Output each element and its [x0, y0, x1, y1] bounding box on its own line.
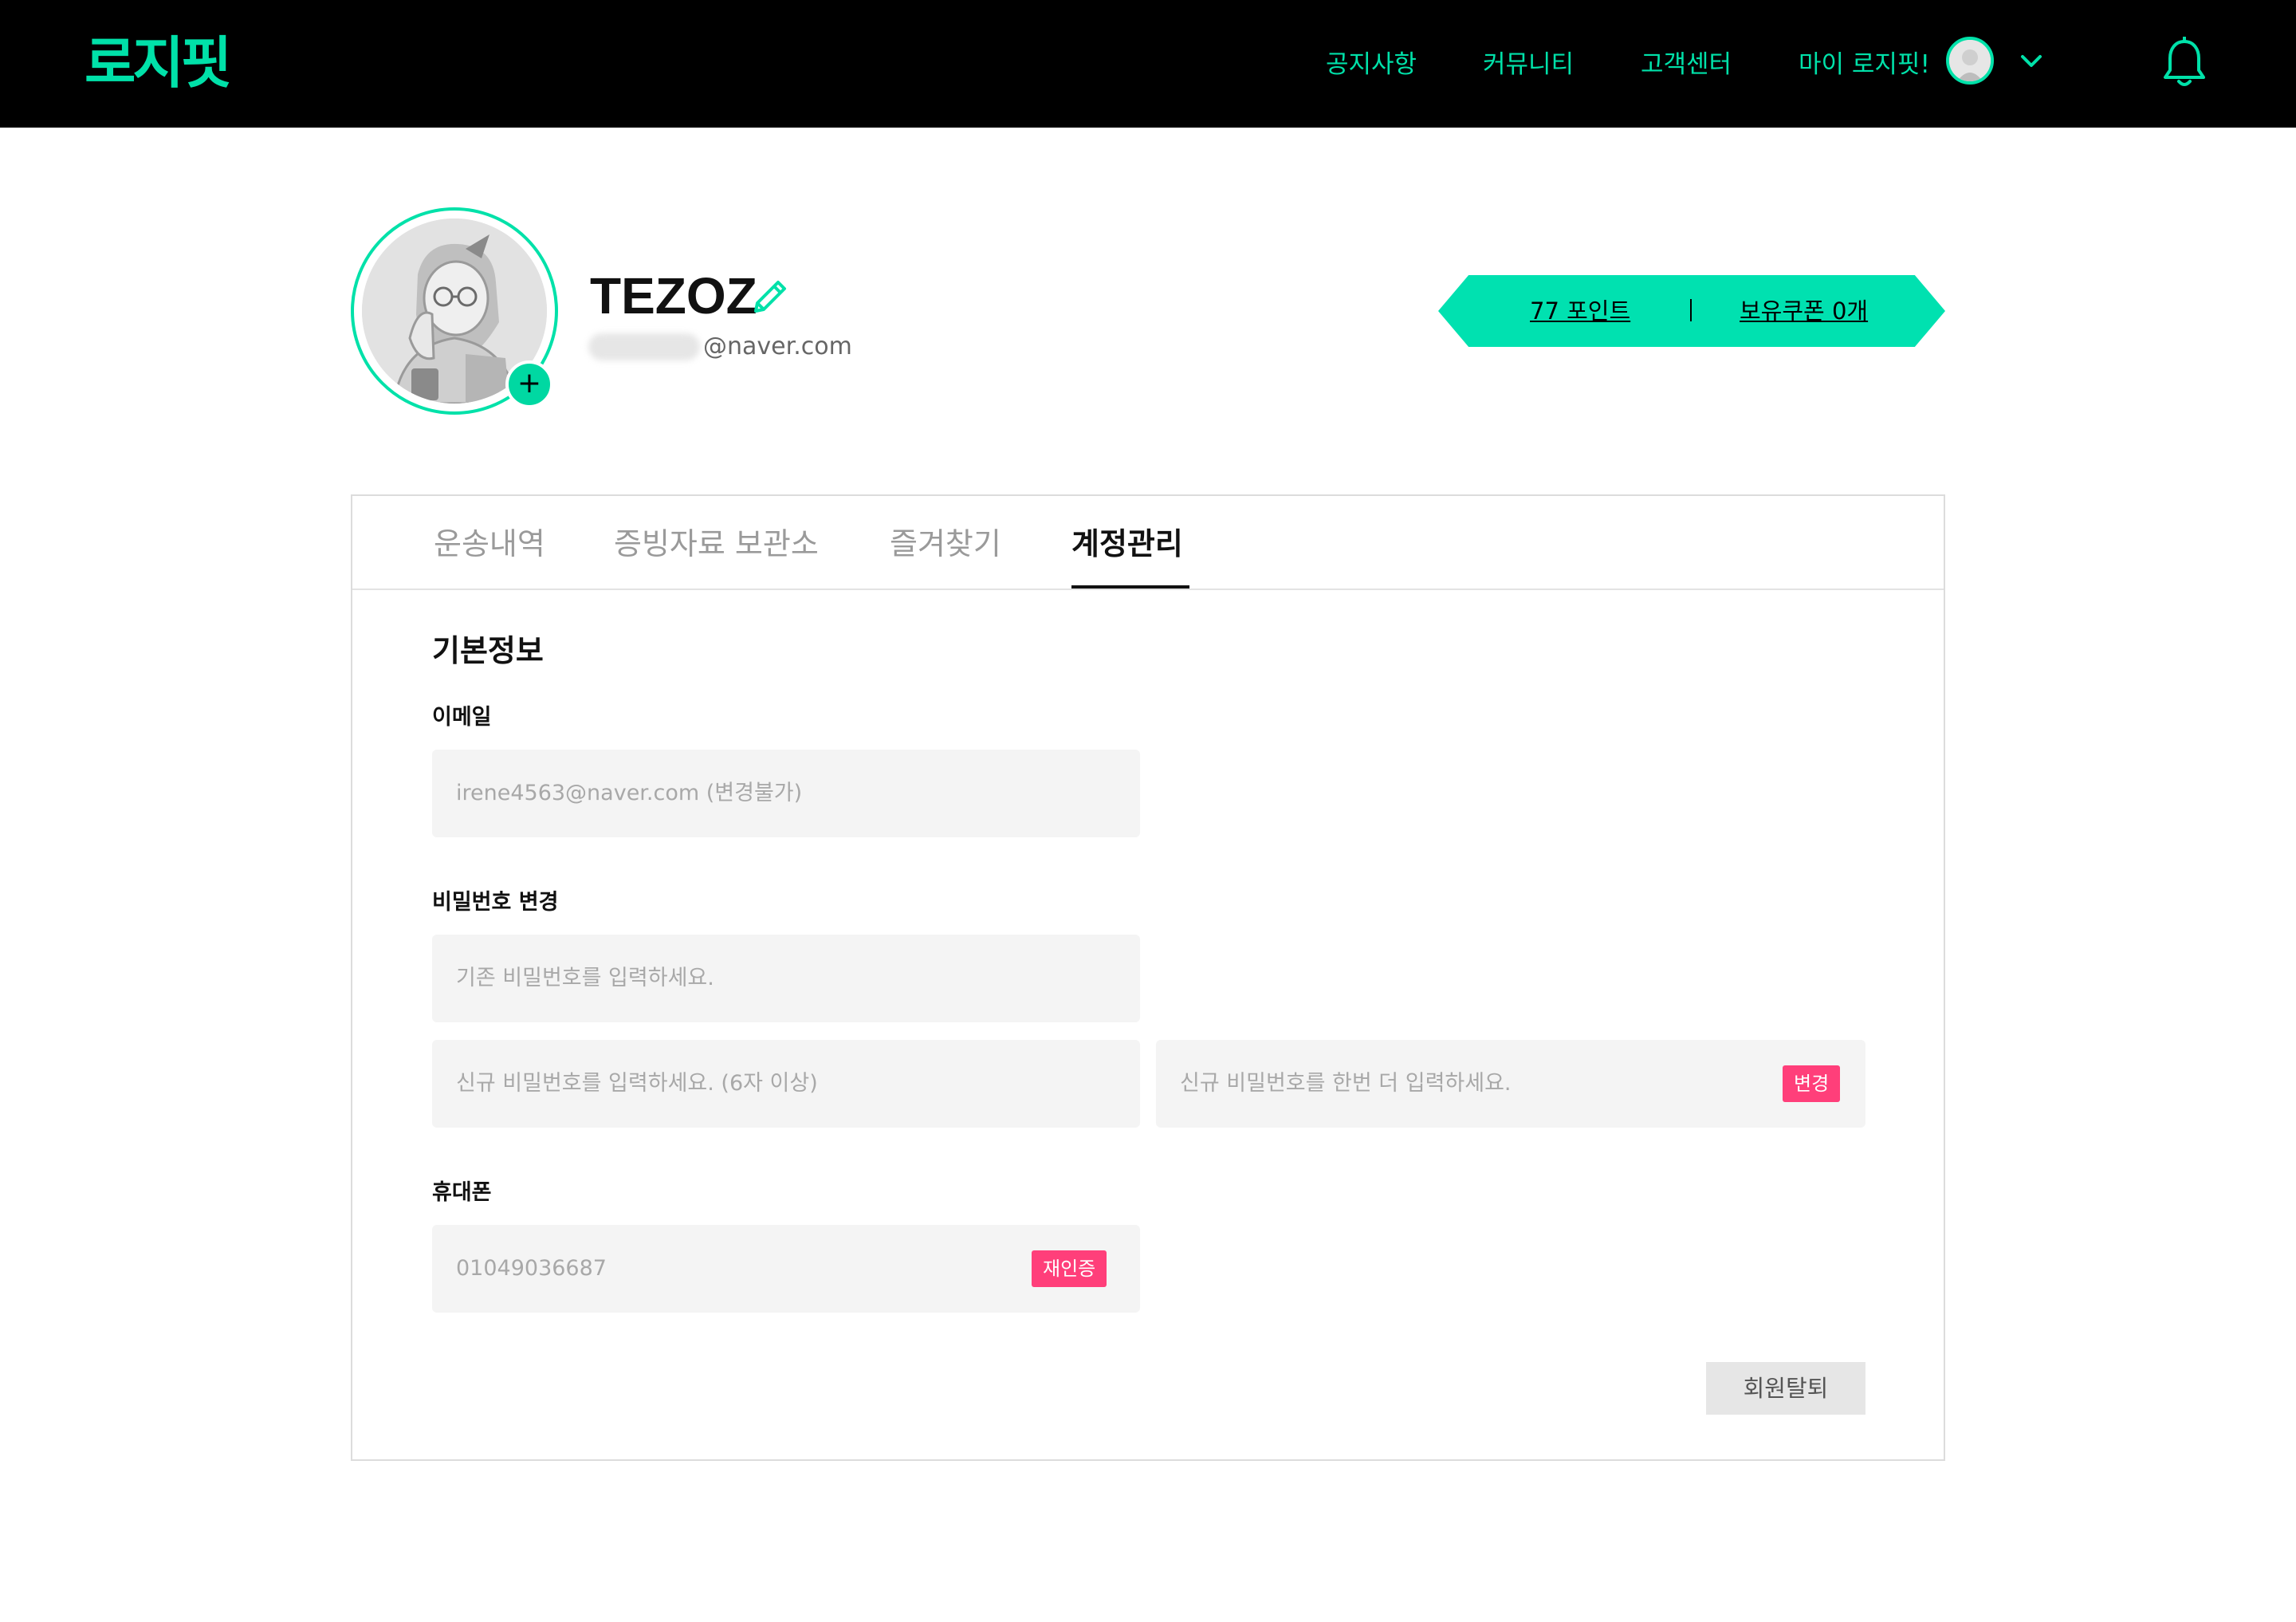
confirm-password-placeholder: 신규 비밀번호를 한번 더 입력하세요. — [1180, 1071, 1512, 1096]
tab-account-management[interactable]: 계정관리 — [1071, 520, 1183, 568]
account-card: 운송내역 증빙자료 보관소 즐겨찾기 계정관리 기본정보 이메일 irene45… — [351, 494, 1945, 1461]
logo[interactable]: 로지핏 — [85, 27, 232, 99]
banner-divider — [1690, 299, 1692, 321]
profile-email-domain: @naver.com — [703, 333, 852, 360]
change-password-button[interactable]: 변경 — [1783, 1065, 1841, 1102]
section-title: 기본정보 — [432, 633, 544, 668]
reverify-phone-button[interactable]: 재인증 — [1032, 1250, 1107, 1287]
phone-value: 01049036687 — [456, 1256, 607, 1281]
avatar-illustration — [1949, 40, 1991, 81]
current-password-input[interactable]: 기존 비밀번호를 입력하세요. — [432, 935, 1140, 1022]
coupons-link[interactable]: 보유쿠폰 0개 — [1740, 293, 1868, 329]
tab-bar: 운송내역 증빙자료 보관소 즐겨찾기 계정관리 — [352, 496, 1944, 590]
points-link[interactable]: 77 포인트 — [1530, 293, 1630, 329]
user-avatar-small[interactable] — [1946, 37, 1994, 85]
tab-shipping-history[interactable]: 운송내역 — [434, 520, 545, 568]
tab-document-storage[interactable]: 증빙자료 보관소 — [614, 520, 819, 568]
email-local-part-redacted — [588, 333, 700, 360]
phone-label: 휴대폰 — [432, 1180, 492, 1205]
nav-community-link[interactable]: 커뮤니티 — [1483, 45, 1574, 85]
nav-support-link[interactable]: 고객센터 — [1641, 45, 1732, 85]
password-label: 비밀번호 변경 — [432, 890, 559, 915]
pencil-icon[interactable] — [748, 274, 792, 319]
nav-my-logifit-link[interactable]: 마이 로지핏! — [1799, 45, 1930, 85]
tab-favorites[interactable]: 즐겨찾기 — [890, 520, 1001, 568]
points-coupons-banner: 77 포인트 보유쿠폰 0개 — [1438, 275, 1945, 347]
nav-notice-link[interactable]: 공지사항 — [1326, 45, 1417, 85]
chevron-down-icon[interactable] — [2019, 53, 2044, 70]
bell-icon[interactable] — [2160, 37, 2208, 91]
add-photo-button[interactable]: + — [505, 360, 553, 408]
email-field: irene4563@naver.com (변경불가) — [432, 750, 1140, 837]
profile-name: TEZOZ — [590, 267, 757, 325]
new-password-input[interactable]: 신규 비밀번호를 입력하세요. (6자 이상) — [432, 1040, 1140, 1128]
phone-field: 01049036687 재인증 — [432, 1225, 1140, 1313]
email-label: 이메일 — [432, 705, 492, 730]
top-navigation-bar: 로지핏 공지사항 커뮤니티 고객센터 마이 로지핏! — [0, 0, 2296, 128]
confirm-password-input[interactable]: 신규 비밀번호를 한번 더 입력하세요. 변경 — [1156, 1040, 1866, 1128]
withdraw-membership-button[interactable]: 회원탈퇴 — [1706, 1362, 1866, 1415]
active-tab-indicator — [1071, 585, 1189, 589]
